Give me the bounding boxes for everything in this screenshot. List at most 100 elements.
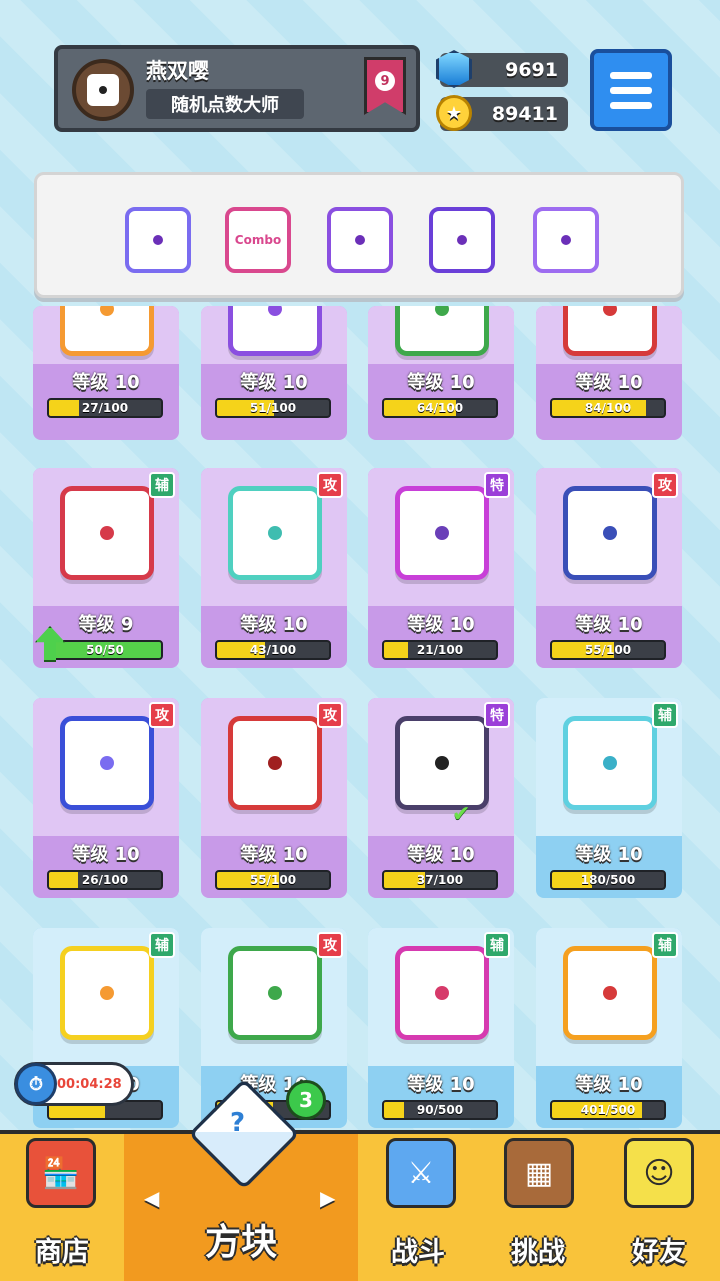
- dice-card[interactable]: 攻等级 10 55/100: [536, 468, 682, 668]
- dice-card[interactable]: 辅等级 10 401/500: [536, 928, 682, 1128]
- nav-friends-label: 好友: [632, 1237, 686, 1268]
- infinity-die-icon[interactable]: [125, 207, 191, 273]
- dice-card[interactable]: 等级 10 84/100: [536, 306, 682, 440]
- die-icon: [563, 716, 657, 810]
- dice-card[interactable]: 特等级 10 21/100: [368, 468, 514, 668]
- event-timer[interactable]: ⏱ 00:04:28: [14, 1062, 134, 1106]
- die-icon: [563, 946, 657, 1040]
- dice-card[interactable]: 特等级 10 37/100 ✔: [368, 698, 514, 898]
- support-tag: 辅: [652, 702, 678, 728]
- die-icon: [228, 716, 322, 810]
- die-icon: [395, 306, 489, 356]
- progress-bar: 64/100: [382, 398, 498, 418]
- die-pip: [100, 756, 114, 770]
- card-level: 等级 10: [72, 844, 140, 865]
- die-pip: [603, 526, 617, 540]
- card-level: 等级 10: [240, 1074, 308, 1095]
- special-tag: 特: [484, 702, 510, 728]
- progress-bar: 51/100: [215, 398, 331, 418]
- attack-tag: 攻: [652, 472, 678, 498]
- progress-bar: 401/500: [550, 1100, 666, 1120]
- dice-card[interactable]: 辅等级 10 180/500: [536, 698, 682, 898]
- dice-card[interactable]: 攻等级 10 26/100: [33, 698, 179, 898]
- die-pip: [435, 306, 449, 316]
- die-pip: [603, 306, 617, 316]
- die-icon: [60, 716, 154, 810]
- box-count-badge[interactable]: 3: [286, 1080, 326, 1120]
- rank-number: 9: [375, 71, 395, 91]
- die-pip: [435, 526, 449, 540]
- die-icon: [563, 306, 657, 356]
- combo-die-icon[interactable]: Combo: [225, 207, 291, 273]
- die-pip: [153, 235, 163, 245]
- profile-panel[interactable]: 燕双嘤 随机点数大师 9: [54, 45, 420, 132]
- player-title: 随机点数大师: [146, 89, 304, 119]
- progress-text: 55/100: [584, 643, 632, 657]
- progress-bar: 37/100: [382, 870, 498, 890]
- card-level: 等级 10: [240, 614, 308, 635]
- progress-bar: 50/50: [47, 640, 163, 660]
- card-level: 等级 10: [575, 844, 643, 865]
- nav-challenge[interactable]: ▦ 挑战: [478, 1134, 598, 1281]
- nav-challenge-label: 挑战: [511, 1237, 565, 1268]
- die-pip: [603, 756, 617, 770]
- progress-text: 27/100: [81, 401, 129, 415]
- die-pip: [435, 756, 449, 770]
- nav-battle[interactable]: ⚔ 战斗: [358, 1134, 478, 1281]
- attack-tag: 攻: [317, 702, 343, 728]
- timer-value: 00:04:28: [57, 1076, 122, 1092]
- die-avatar-icon: [87, 74, 119, 106]
- coins-value: 89411: [491, 103, 558, 125]
- die-icon: [228, 486, 322, 580]
- dice-card[interactable]: 辅等级 10 90/500: [368, 928, 514, 1128]
- nav-friends[interactable]: ☺ 好友: [598, 1134, 720, 1281]
- friend-character-icon: ☺: [624, 1138, 694, 1208]
- dice-card[interactable]: 攻等级 10 55/100: [201, 698, 347, 898]
- progress-text: 50/50: [86, 643, 124, 657]
- menu-button[interactable]: [590, 49, 672, 131]
- nav-shop[interactable]: 🏪 商店: [0, 1134, 124, 1281]
- dice-card[interactable]: 等级 10 64/100: [368, 306, 514, 440]
- progress-text: 55/100: [249, 873, 297, 887]
- card-level: 等级 10: [72, 372, 140, 393]
- core-die-icon[interactable]: [429, 207, 495, 273]
- card-level: 等级 10: [407, 1074, 475, 1095]
- progress-bar: 84/100: [550, 398, 666, 418]
- nav-battle-label: 战斗: [391, 1237, 445, 1268]
- gems-value: 9691: [505, 59, 558, 81]
- die-pip: [561, 235, 571, 245]
- orbit-die-icon[interactable]: [327, 207, 393, 273]
- arrow-right-icon[interactable]: ▶: [320, 1186, 335, 1210]
- card-level: 等级 10: [240, 844, 308, 865]
- die-pip: [355, 235, 365, 245]
- nav-shop-label: 商店: [35, 1237, 89, 1268]
- die-icon: [395, 486, 489, 580]
- card-level: 等级 10: [407, 372, 475, 393]
- progress-bar: 55/100: [215, 870, 331, 890]
- dice-card[interactable]: 攻等级 10 43/100: [201, 468, 347, 668]
- die-icon: [60, 486, 154, 580]
- progress-text: 90/500: [416, 1103, 464, 1117]
- die-pip: [268, 756, 282, 770]
- die-icon: [395, 716, 489, 810]
- arrow-left-icon[interactable]: ◀: [144, 1186, 159, 1210]
- gem-icon: [436, 50, 472, 88]
- progress-bar: 55/100: [550, 640, 666, 660]
- crack-die-icon[interactable]: [533, 207, 599, 273]
- nav-dice-label: 方块: [204, 1222, 277, 1263]
- dice-card[interactable]: 等级 10 27/100: [33, 306, 179, 440]
- card-level: 等级 10: [575, 1074, 643, 1095]
- signboard-icon: ▦: [504, 1138, 574, 1208]
- player-name: 燕双嘤: [146, 59, 209, 83]
- avatar[interactable]: [72, 59, 134, 121]
- coins-counter[interactable]: ★ 89411: [436, 95, 568, 131]
- die-icon: [563, 486, 657, 580]
- die-icon: [228, 946, 322, 1040]
- die-pip: [268, 306, 282, 316]
- progress-text: 26/100: [81, 873, 129, 887]
- gems-counter[interactable]: 9691: [436, 50, 568, 88]
- die-pip: [457, 235, 467, 245]
- dice-card[interactable]: 辅等级 9 50/50: [33, 468, 179, 668]
- die-icon: [228, 306, 322, 356]
- dice-card[interactable]: 等级 10 51/100: [201, 306, 347, 440]
